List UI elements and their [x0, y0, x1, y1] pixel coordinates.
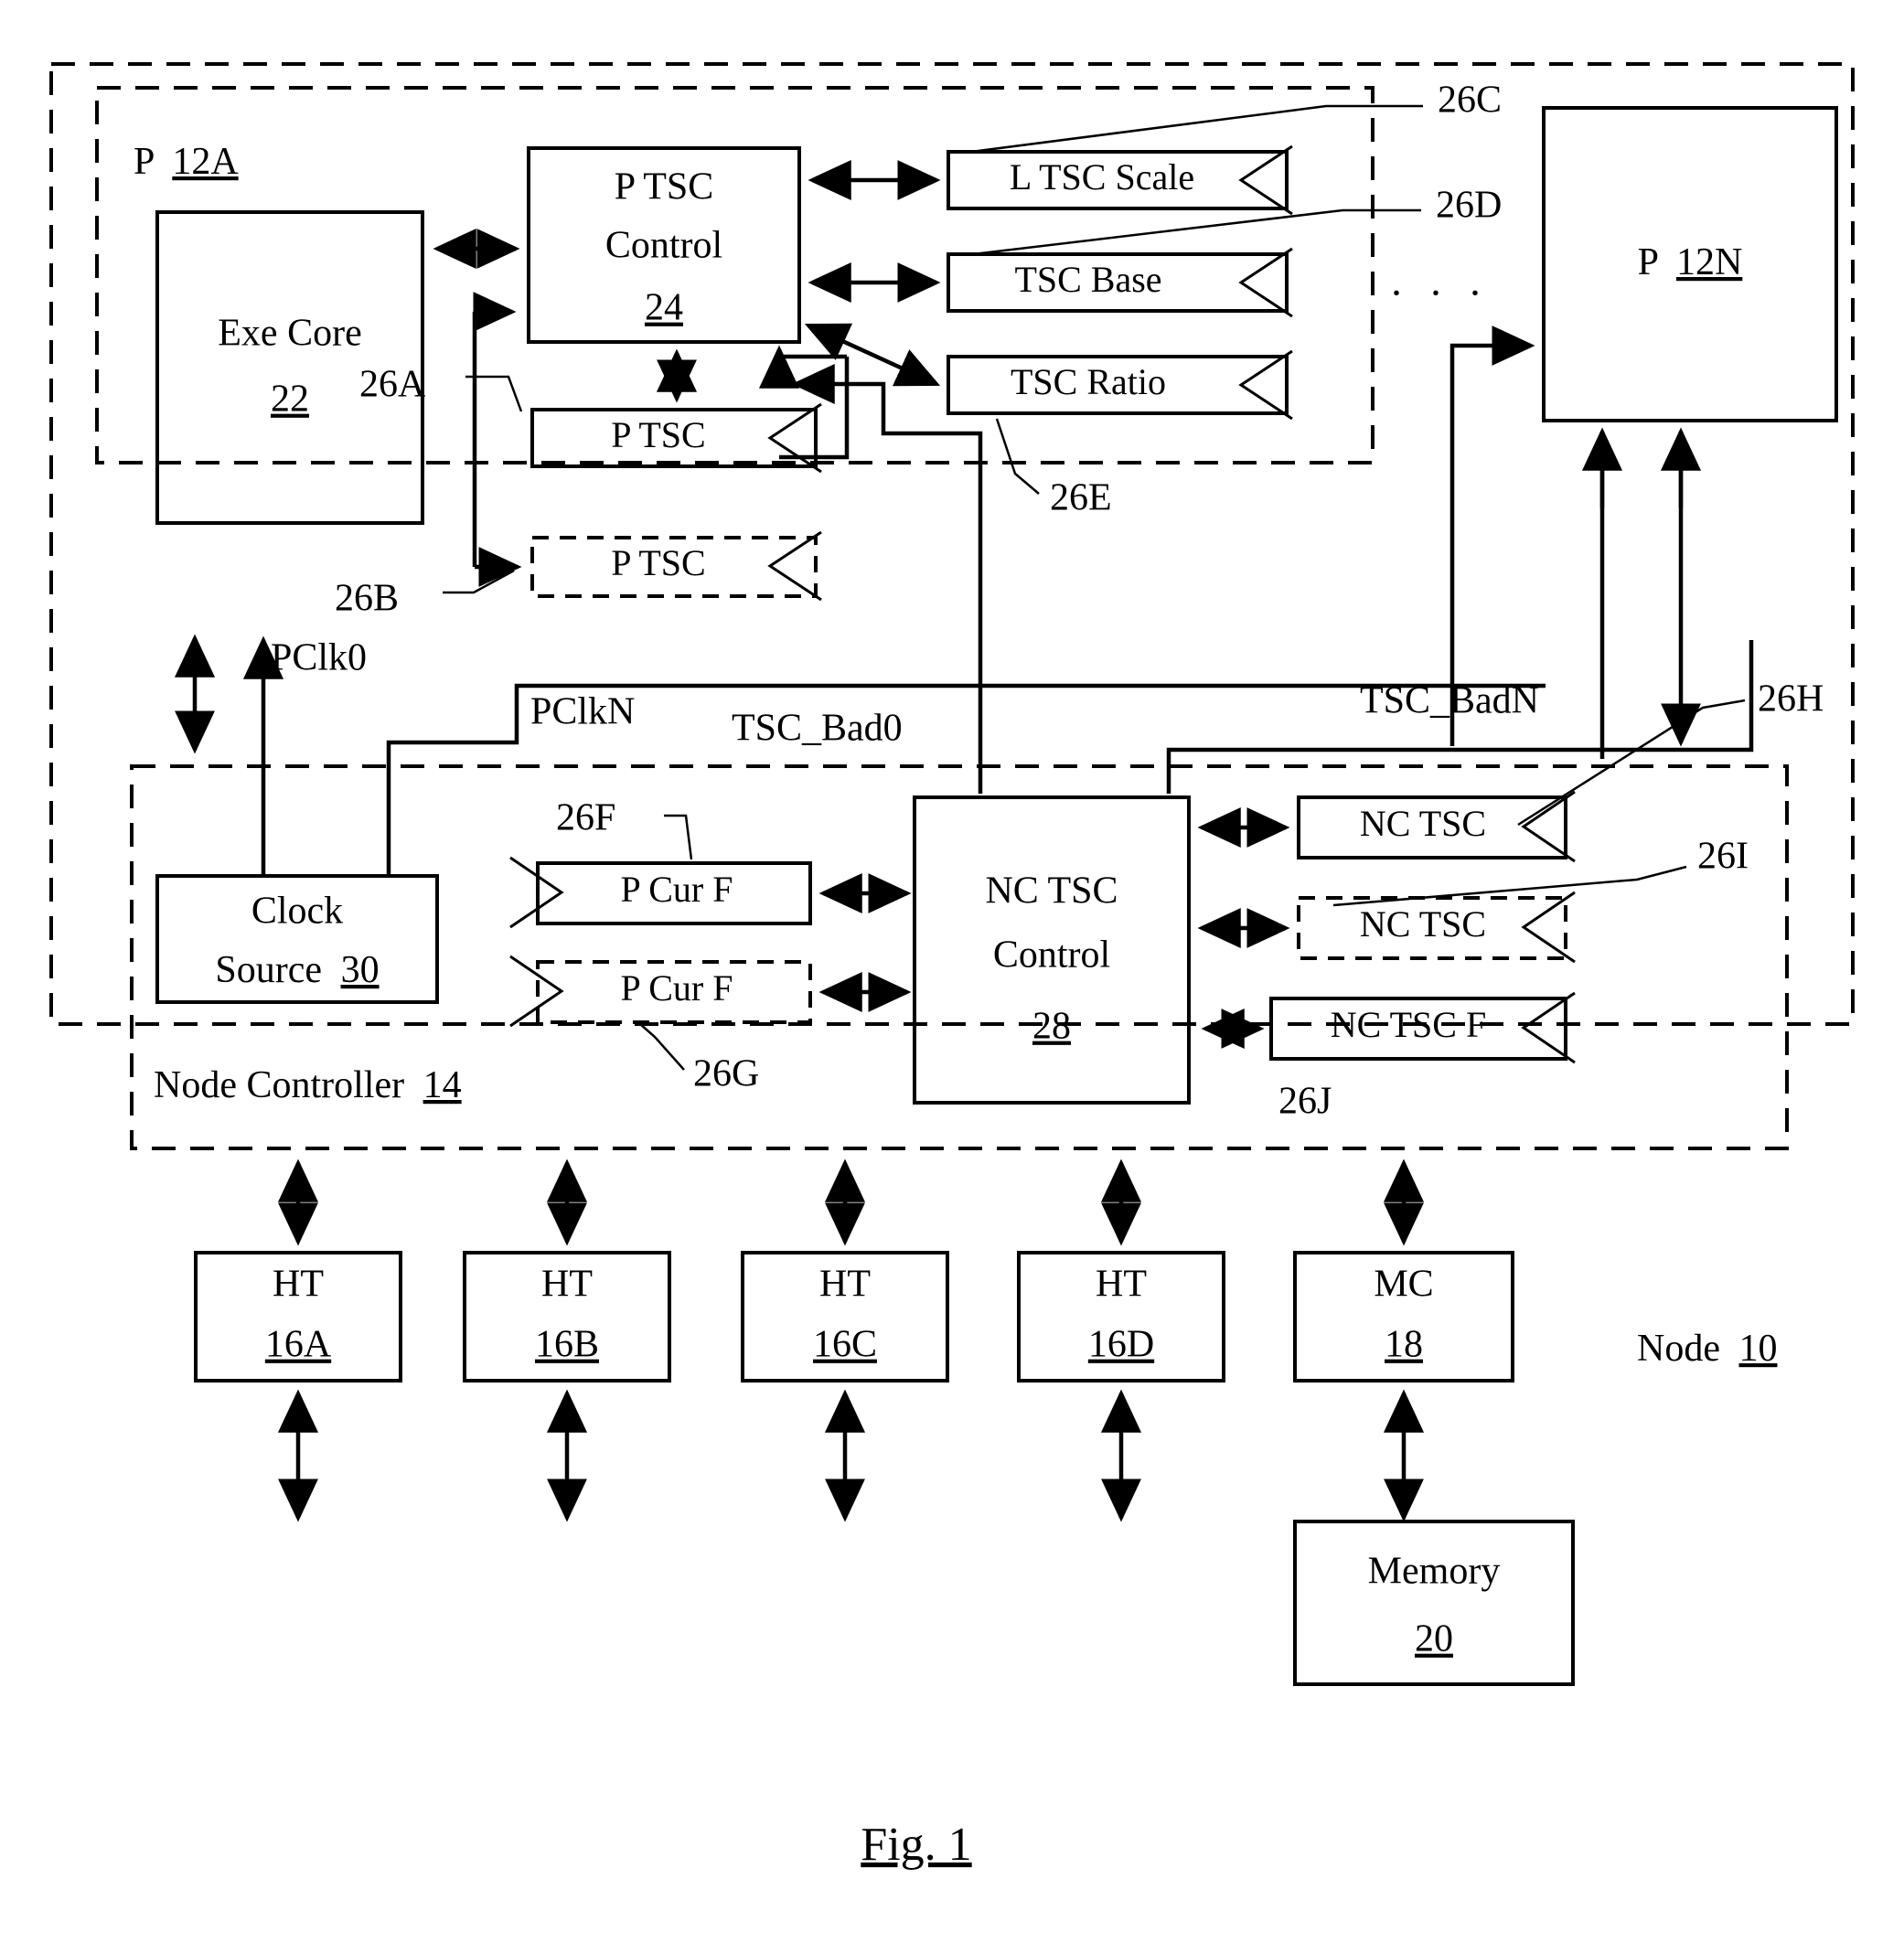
clock-source-label-2: Source 30 — [215, 949, 379, 991]
ref-26g-leader — [639, 1023, 685, 1071]
ref-26e-leader — [995, 418, 1040, 495]
ref-26e: 26E — [1050, 477, 1112, 519]
l-tsc-scale-label: L TSC Scale — [1010, 156, 1194, 198]
memory-20-ref: 20 — [1415, 1618, 1453, 1660]
ref-26f: 26F — [556, 797, 615, 839]
signal-pclkn-label: PClkN — [530, 691, 635, 733]
ht-16c-label: HT — [819, 1264, 871, 1306]
region-node-controller-label: Node Controller 14 — [154, 1064, 462, 1106]
ht-16b-ref: 16B — [535, 1324, 599, 1366]
figure-caption: Fig. 1 — [861, 1819, 971, 1871]
ht-16b-label: HT — [541, 1264, 593, 1306]
wire-p-tsc-feedback-riser — [776, 351, 847, 359]
nc-tsc-dashed-callout-icon — [1521, 891, 1576, 964]
exe-core-label: Exe Core — [218, 313, 361, 355]
ref-26a: 26A — [359, 364, 426, 406]
nc-tsc-control-label-1: NC TSC — [985, 870, 1118, 913]
exe-core-ref: 22 — [271, 379, 309, 421]
ref-26b-leader — [443, 569, 515, 594]
ref-26d-leader — [972, 208, 1421, 256]
mc-18-label: MC — [1374, 1264, 1433, 1306]
ref-26f-leader — [664, 814, 693, 860]
p-cur-f-solid-label: P Cur F — [620, 869, 733, 910]
ref-26d: 26D — [1436, 185, 1502, 227]
tsc-ratio-label: TSC Ratio — [1011, 361, 1166, 402]
tsc-base-callout-icon — [1238, 247, 1293, 318]
block-diagram: P 12A Exe Core 22 P TSC Control 24 L TSC… — [49, 62, 1855, 1871]
ht-16d-label: HT — [1096, 1264, 1147, 1306]
p-tsc-control-label-2: Control — [605, 225, 722, 267]
ref-26b: 26B — [335, 578, 399, 620]
mc-18-ref: 18 — [1385, 1324, 1423, 1366]
ref-26j: 26J — [1278, 1081, 1332, 1123]
ref-26c-leader — [970, 104, 1423, 154]
region-node-label: Node 10 — [1637, 1328, 1777, 1370]
p-cur-f-dashed-label: P Cur F — [620, 967, 733, 1009]
nc-tsc-control-label-2: Control — [993, 934, 1110, 977]
p-tsc-control-ref: 24 — [645, 287, 683, 329]
wire-p-tsc-feedback — [779, 357, 850, 460]
ref-26h: 26H — [1758, 678, 1824, 721]
p-tsc-control-label-1: P TSC — [615, 166, 714, 208]
p-tsc-solid-label: P TSC — [611, 414, 705, 455]
processor-ellipsis: . . . — [1391, 258, 1490, 304]
signal-pclk0-label: PClk0 — [271, 637, 367, 679]
nc-tsc-dashed-label: NC TSC — [1360, 903, 1486, 945]
ht-16a-ref: 16A — [265, 1324, 332, 1366]
signal-tsc-bad0-label: TSC_Bad0 — [732, 708, 903, 750]
clock-source-label-1: Clock — [251, 891, 343, 933]
p-tsc-dashed-label: P TSC — [611, 542, 705, 583]
signal-tsc-badn-label: TSC_BadN — [1360, 680, 1539, 722]
ref-26g: 26G — [693, 1053, 759, 1095]
tsc-base-label: TSC Base — [1014, 259, 1161, 300]
ref-26c: 26C — [1438, 80, 1502, 122]
region-processor-label: P 12A — [134, 141, 239, 183]
p-12n-label: P 12N — [1638, 241, 1743, 283]
p-tsc-dashed-callout-icon — [767, 530, 822, 602]
memory-20-label: Memory — [1368, 1551, 1501, 1593]
l-tsc-scale-callout-icon — [1238, 144, 1293, 216]
ht-16a-label: HT — [273, 1264, 324, 1306]
tsc-ratio-callout-icon — [1238, 349, 1293, 421]
ref-26i: 26I — [1697, 836, 1749, 878]
nc-tsc-f-label: NC TSC F — [1331, 1004, 1486, 1045]
ht-16c-ref: 16C — [813, 1324, 877, 1366]
nc-tsc-control-ref: 28 — [1032, 1006, 1071, 1048]
nc-tsc-solid-label: NC TSC — [1360, 803, 1486, 844]
patent-figure-page: P 12A Exe Core 22 P TSC Control 24 L TSC… — [0, 0, 1904, 1943]
ht-16d-ref: 16D — [1088, 1324, 1154, 1366]
